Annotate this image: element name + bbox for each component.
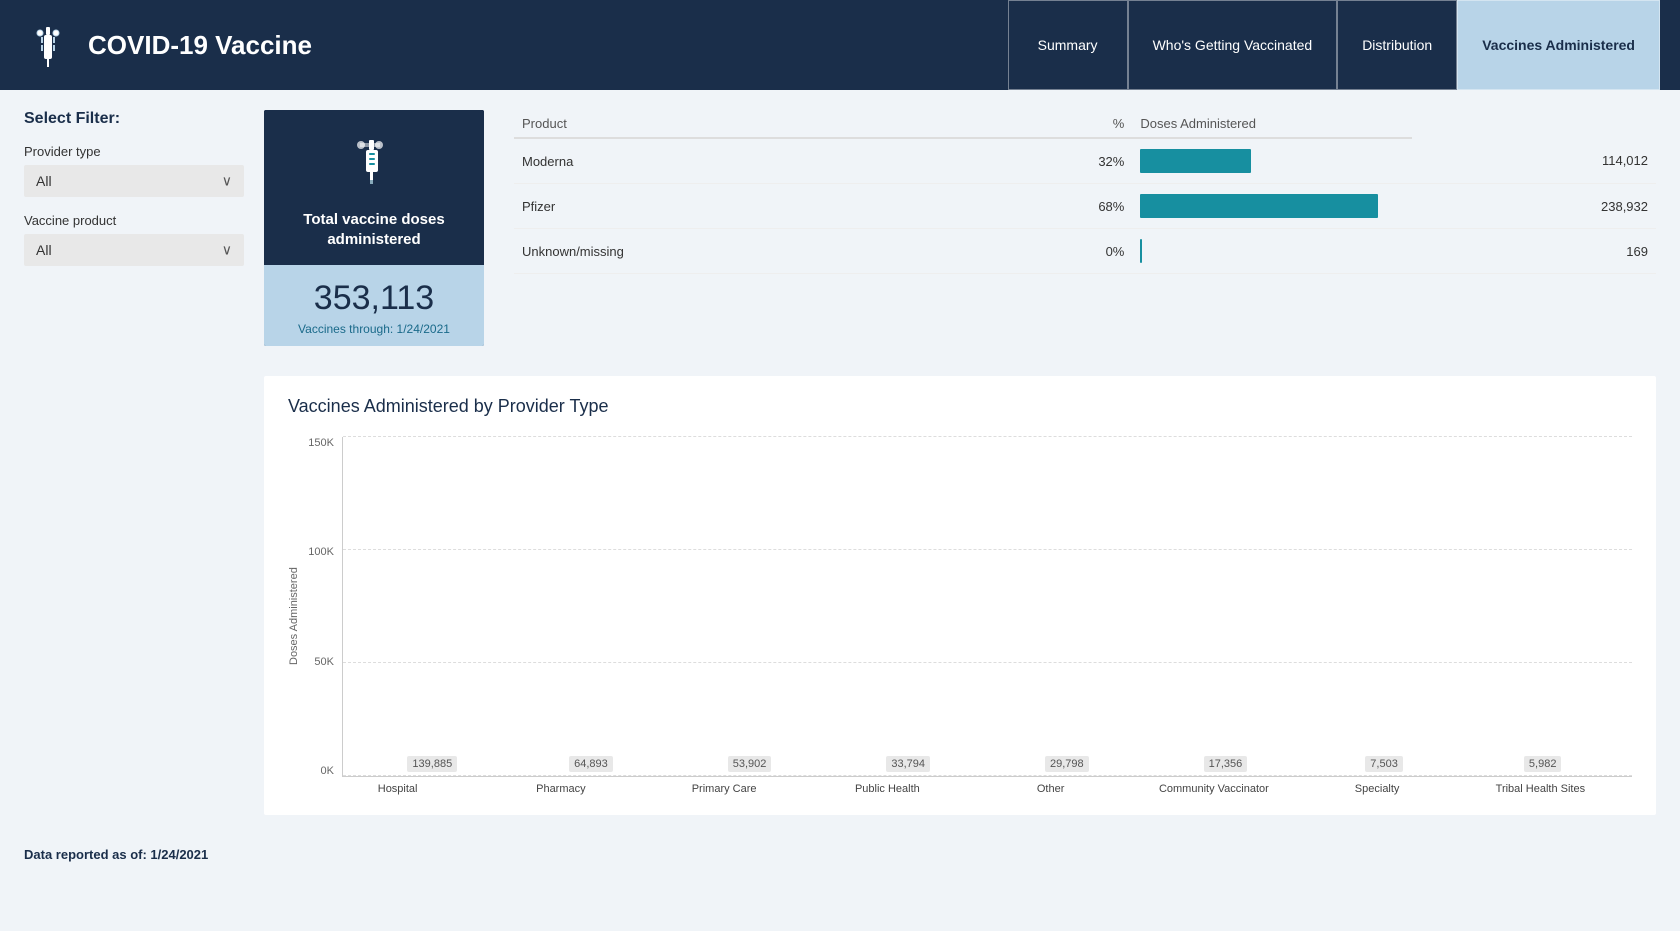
nav-tabs: Summary Who's Getting Vaccinated Distrib… bbox=[1008, 0, 1660, 90]
tab-summary[interactable]: Summary bbox=[1008, 0, 1128, 90]
filter-sidebar: Select Filter: Provider type All Vaccine… bbox=[24, 110, 244, 266]
vaccine-product-label: Vaccine product bbox=[24, 213, 244, 228]
tab-distribution[interactable]: Distribution bbox=[1337, 0, 1457, 90]
stats-area: Total vaccine doses administered 353,113… bbox=[264, 110, 1656, 815]
bar-group: 64,893 bbox=[512, 756, 671, 776]
filter-title: Select Filter: bbox=[24, 110, 244, 128]
product-bar bbox=[1140, 194, 1378, 218]
chart-plot: 139,885 64,893 53,902 33,794 29,798 17,356 7,5… bbox=[342, 437, 1632, 777]
col-product: Product bbox=[514, 110, 970, 138]
x-axis-label: Hospital bbox=[316, 783, 479, 795]
vaccine-product-select-wrapper[interactable]: All bbox=[24, 234, 244, 266]
x-axis-label: Pharmacy bbox=[479, 783, 642, 795]
y-tick-50: 50K bbox=[306, 656, 342, 668]
bar-group: 29,798 bbox=[988, 756, 1147, 776]
bar-value-label: 5,982 bbox=[1524, 756, 1562, 772]
x-axis-label: Specialty bbox=[1296, 783, 1459, 795]
product-percent: 68% bbox=[970, 184, 1133, 229]
chart-area: Doses Administered 0K 50K 100K 150K bbox=[288, 437, 1632, 795]
chart-with-axes: 0K 50K 100K 150K bbox=[306, 437, 1632, 795]
total-card-header: Total vaccine doses administered bbox=[264, 110, 484, 265]
product-doses: 169 bbox=[1412, 229, 1656, 274]
y-axis-ticks: 0K 50K 100K 150K bbox=[306, 437, 342, 777]
provider-type-label: Provider type bbox=[24, 144, 244, 159]
product-bar bbox=[1140, 149, 1251, 173]
tab-vaccines-administered[interactable]: Vaccines Administered bbox=[1457, 0, 1660, 90]
product-bar-cell bbox=[1132, 138, 1412, 184]
vaccine-logo-icon bbox=[20, 17, 76, 73]
x-axis-label: Other bbox=[969, 783, 1132, 795]
bar-group: 33,794 bbox=[829, 756, 988, 776]
table-row: Pfizer68% 238,932 bbox=[514, 184, 1656, 229]
bar-group: 139,885 bbox=[353, 756, 512, 776]
tab-who-getting-vaccinated[interactable]: Who's Getting Vaccinated bbox=[1128, 0, 1338, 90]
bar-group: 53,902 bbox=[670, 756, 829, 776]
footer-text: Data reported as of: 1/24/2021 bbox=[24, 847, 208, 862]
top-area: Total vaccine doses administered 353,113… bbox=[264, 110, 1656, 346]
main-content: Select Filter: Provider type All Vaccine… bbox=[0, 90, 1680, 835]
product-name: Pfizer bbox=[514, 184, 970, 229]
bar-value-label: 64,893 bbox=[569, 756, 613, 772]
x-axis-label: Primary Care bbox=[643, 783, 806, 795]
product-percent: 0% bbox=[970, 229, 1133, 274]
bar-group: 17,356 bbox=[1146, 756, 1305, 776]
footer: Data reported as of: 1/24/2021 bbox=[0, 835, 1680, 874]
y-axis-label: Doses Administered bbox=[288, 437, 300, 795]
app-title: COVID-19 Vaccine bbox=[88, 30, 312, 61]
header-logo: COVID-19 Vaccine bbox=[20, 17, 1008, 73]
x-axis-label: Community Vaccinator bbox=[1132, 783, 1295, 795]
bar-value-label: 29,798 bbox=[1045, 756, 1089, 772]
x-axis-labels: HospitalPharmacyPrimary CarePublic Healt… bbox=[306, 783, 1632, 795]
col-percent: % bbox=[970, 110, 1133, 138]
bar-value-label: 139,885 bbox=[407, 756, 457, 772]
x-axis-label: Tribal Health Sites bbox=[1459, 783, 1622, 795]
bar-value-label: 17,356 bbox=[1204, 756, 1248, 772]
total-doses-date: Vaccines through: 1/24/2021 bbox=[280, 322, 468, 336]
bar-group: 5,982 bbox=[1463, 756, 1622, 776]
total-card-label: Total vaccine doses administered bbox=[280, 210, 468, 249]
y-tick-0: 0K bbox=[306, 765, 342, 777]
y-tick-100: 100K bbox=[306, 546, 342, 558]
product-table: Product % Doses Administered Moderna32% 1… bbox=[514, 110, 1656, 274]
product-doses: 238,932 bbox=[1412, 184, 1656, 229]
bar-value-label: 33,794 bbox=[886, 756, 930, 772]
product-bar-cell bbox=[1132, 229, 1412, 274]
product-bar-cell bbox=[1132, 184, 1412, 229]
product-percent: 32% bbox=[970, 138, 1133, 184]
provider-type-select[interactable]: All bbox=[24, 165, 244, 197]
table-row: Unknown/missing0% 169 bbox=[514, 229, 1656, 274]
chart-section: Vaccines Administered by Provider Type D… bbox=[264, 376, 1656, 815]
vaccine-product-select[interactable]: All bbox=[24, 234, 244, 266]
product-doses: 114,012 bbox=[1412, 138, 1656, 184]
total-doses-card: Total vaccine doses administered 353,113… bbox=[264, 110, 484, 346]
total-doses-number: 353,113 bbox=[280, 279, 468, 318]
header: COVID-19 Vaccine Summary Who's Getting V… bbox=[0, 0, 1680, 90]
product-name: Moderna bbox=[514, 138, 970, 184]
y-tick-150: 150K bbox=[306, 437, 342, 449]
chart-grid: 0K 50K 100K 150K bbox=[306, 437, 1632, 777]
x-axis-label: Public Health bbox=[806, 783, 969, 795]
product-bar bbox=[1140, 239, 1142, 263]
bar-value-label: 53,902 bbox=[728, 756, 772, 772]
provider-type-select-wrapper[interactable]: All bbox=[24, 165, 244, 197]
total-card-bottom: 353,113 Vaccines through: 1/24/2021 bbox=[264, 265, 484, 346]
product-name: Unknown/missing bbox=[514, 229, 970, 274]
bar-value-label: 7,503 bbox=[1365, 756, 1403, 772]
bar-group: 7,503 bbox=[1305, 756, 1464, 776]
bars-row: 139,885 64,893 53,902 33,794 29,798 17,356 7,5… bbox=[343, 437, 1632, 776]
col-doses: Doses Administered bbox=[1132, 110, 1412, 138]
table-row: Moderna32% 114,012 bbox=[514, 138, 1656, 184]
chart-title: Vaccines Administered by Provider Type bbox=[288, 396, 1632, 417]
syringe-icon bbox=[280, 130, 468, 200]
